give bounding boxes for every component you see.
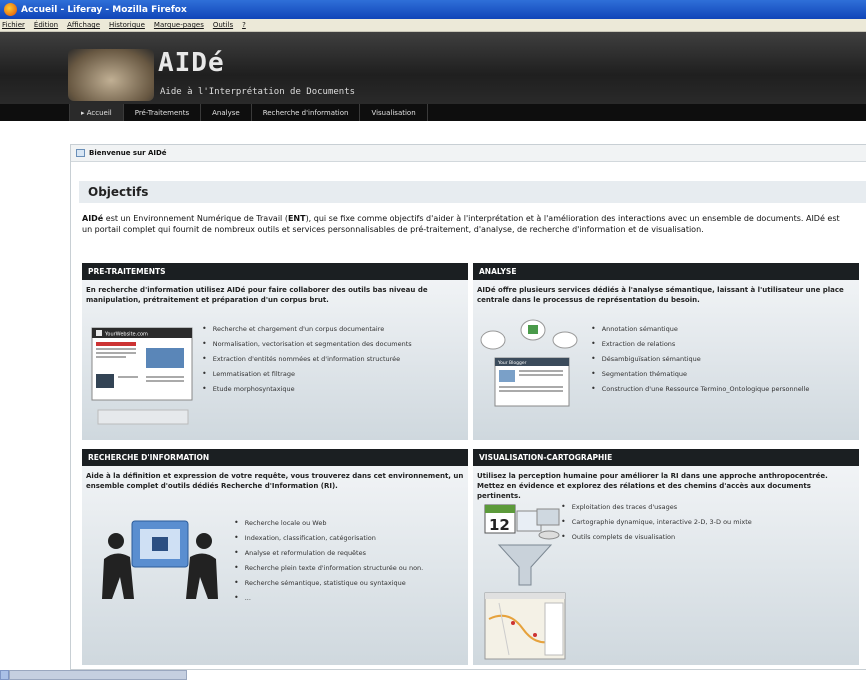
menu-outils[interactable]: Outils <box>213 21 233 29</box>
nav-tab-pre-traitements[interactable]: Pré-Traitements <box>124 104 202 121</box>
nav-tab-accueil[interactable]: ▸ Accueil <box>69 104 124 121</box>
blog-illustration-icon: Your Blogger <box>480 319 578 407</box>
list-item: ... <box>234 590 423 605</box>
card-visualisation: VISUALISATION-CARTOGRAPHIE Utilisez la p… <box>473 449 859 665</box>
welcome-portlet: Bienvenue sur AIDé Objectifs AIDé est un… <box>70 144 866 670</box>
card-title: VISUALISATION-CARTOGRAPHIE <box>473 449 859 466</box>
list-item: Analyse et reformulation de requêtes <box>234 545 423 560</box>
menu-fichier[interactable]: Fichier <box>2 21 25 29</box>
card-title: RECHERCHE D'INFORMATION <box>82 449 468 466</box>
objectifs-bar <box>79 181 866 203</box>
menu-bar: Fichier Édition Affichage Historique Mar… <box>0 19 866 32</box>
firefox-icon <box>4 3 17 16</box>
card-description: En recherche d'information utilisez AIDé… <box>86 286 428 304</box>
list-item: Lemmatisation et filtrage <box>202 366 412 381</box>
menu-affichage[interactable]: Affichage <box>67 21 100 29</box>
website-label: YourWebsite.com <box>104 332 148 338</box>
intro-part2: ), qui se fixe comme objectifs d'aider à… <box>305 214 840 223</box>
list-item: Extraction d'entités nommées et d'inform… <box>202 351 412 366</box>
intro-part1: est un Environnement Numérique de Travai… <box>103 214 288 223</box>
list-item: Recherche et chargement d'un corpus docu… <box>202 321 412 336</box>
portlet-header: Bienvenue sur AIDé <box>71 145 866 162</box>
website-illustration-icon: YourWebsite.com <box>91 327 193 425</box>
menu-historique[interactable]: Historique <box>109 21 145 29</box>
card-description: Aide à la définition et expression de vo… <box>86 472 464 490</box>
list-item: Normalisation, vectorisation et segmenta… <box>202 336 412 351</box>
site-banner: AIDé Aide à l'Interprétation de Document… <box>0 32 866 104</box>
card-title: PRE-TRAITEMENTS <box>82 263 468 280</box>
list-item: Exploitation des traces d'usages <box>561 499 752 514</box>
list-item: Construction d'une Ressource Termino_Ont… <box>591 381 810 396</box>
list-item: Etude morphosyntaxique <box>202 381 412 396</box>
calendar-funnel-map-illustration-icon: 12 <box>484 504 566 660</box>
site-logo-subtitle: Aide à l'Interprétation de Documents <box>160 87 356 97</box>
list-item: Recherche locale ou Web <box>234 515 423 530</box>
scroll-left-button[interactable] <box>0 670 9 680</box>
horizontal-scrollbar[interactable] <box>9 670 187 680</box>
main-nav: ▸ Accueil Pré-Traitements Analyse Recher… <box>0 104 866 121</box>
calendar-day: 12 <box>489 516 510 534</box>
card-title: ANALYSE <box>473 263 859 280</box>
intro-ent: ENT <box>287 214 306 223</box>
card-pretraitements: PRE-TRAITEMENTS En recherche d'informati… <box>82 263 468 440</box>
menu-edition[interactable]: Édition <box>34 21 58 29</box>
card-recherche: RECHERCHE D'INFORMATION Aide à la défini… <box>82 449 468 665</box>
window-titlebar: Accueil - Liferay - Mozilla Firefox <box>0 0 866 19</box>
hands-logo-image <box>68 49 154 101</box>
intro-text: AIDé est un Environnement Numérique de T… <box>82 213 866 235</box>
blog-label: Your Blogger <box>497 360 527 366</box>
portlet-title: Bienvenue sur AIDé <box>89 149 167 157</box>
intro-line2: un portail complet qui fournit de nombre… <box>82 225 704 234</box>
objectifs-heading: Objectifs <box>88 185 149 199</box>
portlet-icon <box>76 149 85 157</box>
window-title: Accueil - Liferay - Mozilla Firefox <box>21 4 187 15</box>
site-logo-title[interactable]: AIDé <box>158 48 225 78</box>
card-description: Utilisez la perception humaine pour amél… <box>477 472 828 500</box>
list-item: Désambiguïsation sémantique <box>591 351 809 366</box>
intro-brand: AIDé <box>82 214 104 223</box>
list-item: Extraction de relations <box>591 336 809 351</box>
list-item: Indexation, classification, catégorisati… <box>234 530 423 545</box>
list-item: Outils complets de visualisation <box>561 529 752 544</box>
nav-tab-visualisation[interactable]: Visualisation <box>360 104 428 121</box>
list-item: Recherche sémantique, statistique ou syn… <box>234 575 423 590</box>
list-item: Cartographie dynamique, interactive 2-D,… <box>561 514 752 529</box>
nav-tab-analyse[interactable]: Analyse <box>201 104 252 121</box>
menu-help[interactable]: ? <box>242 21 246 29</box>
people-search-illustration-icon <box>102 520 218 599</box>
nav-tab-recherche[interactable]: Recherche d'information <box>252 104 361 121</box>
list-item: Annotation sémantique <box>591 321 809 336</box>
list-item: Recherche plein texte d'information stru… <box>234 560 424 575</box>
card-analyse: ANALYSE AIDé offre plusieurs services dé… <box>473 263 859 440</box>
menu-marque-pages[interactable]: Marque-pages <box>154 21 204 29</box>
card-description: AIDé offre plusieurs services dédiés à l… <box>477 286 844 304</box>
list-item: Segmentation thématique <box>591 366 809 381</box>
